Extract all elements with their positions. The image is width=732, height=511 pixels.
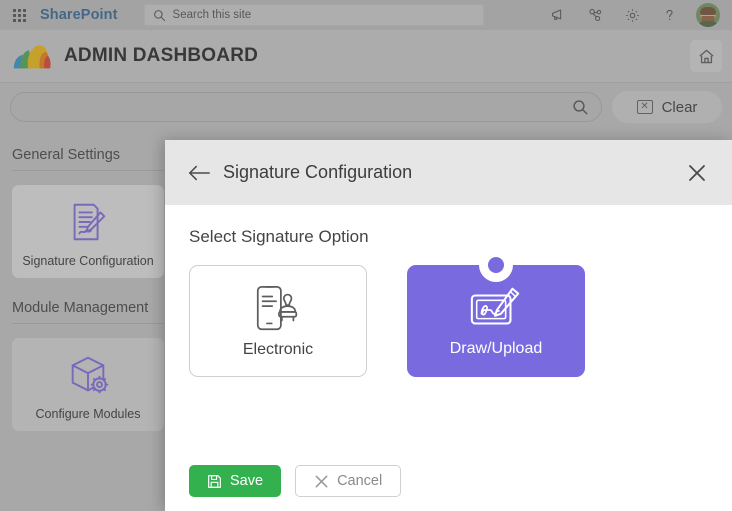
- modal-body: Select Signature Option Electronic Draw/…: [165, 205, 732, 511]
- save-button-label: Save: [230, 473, 264, 489]
- cancel-button[interactable]: Cancel: [295, 465, 402, 497]
- modal-header: Signature Configuration: [165, 140, 732, 205]
- signature-option-label: Electronic: [242, 341, 314, 358]
- signature-option-label: Draw/Upload: [449, 340, 543, 357]
- floppy-disk-icon: [207, 474, 222, 489]
- signature-configuration-modal: Signature Configuration Select Signature…: [165, 140, 732, 511]
- modal-title: Signature Configuration: [223, 162, 413, 182]
- modal-footer: Save Cancel: [189, 465, 402, 497]
- radio-selected-icon[interactable]: [479, 248, 513, 282]
- x-icon: [314, 474, 329, 489]
- save-button[interactable]: Save: [189, 465, 282, 497]
- cancel-button-label: Cancel: [337, 473, 383, 489]
- back-arrow-icon[interactable]: [187, 160, 213, 186]
- signature-option-electronic[interactable]: Electronic: [189, 265, 367, 377]
- signature-options: Electronic Draw/Upload: [189, 248, 708, 377]
- close-icon[interactable]: [684, 160, 710, 186]
- phone-stamp-icon: [251, 283, 305, 335]
- signature-pad-pen-icon: [468, 284, 524, 334]
- signature-option-draw-upload[interactable]: Draw/Upload: [407, 248, 585, 377]
- select-signature-option-label: Select Signature Option: [189, 227, 369, 246]
